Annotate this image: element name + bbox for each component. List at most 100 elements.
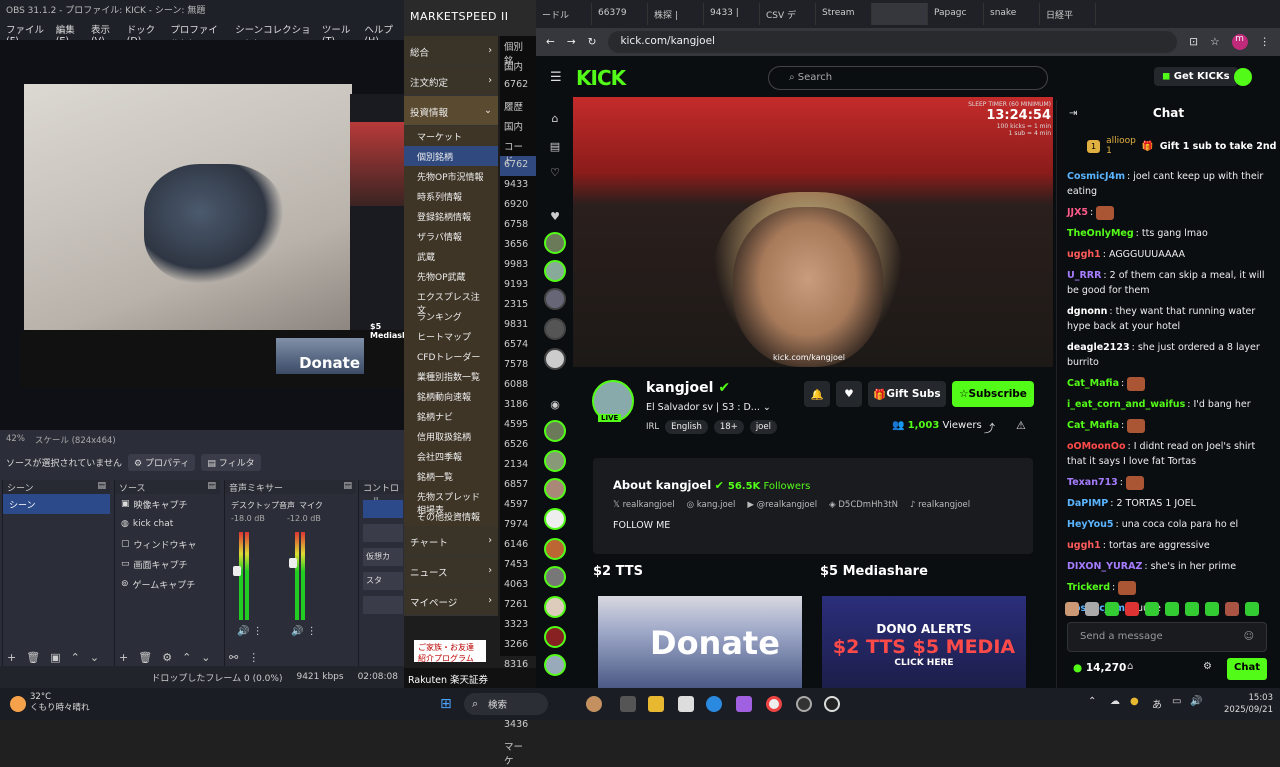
chrome-icon[interactable] (766, 696, 782, 712)
cloud-icon[interactable]: ☁ (1110, 696, 1120, 707)
chat-username[interactable]: CosmicJ4m (1067, 171, 1125, 182)
properties-button[interactable]: ⚙ プロパティ (128, 453, 196, 471)
add-icon[interactable]: + (119, 651, 128, 664)
ime-indicator[interactable]: あ (1152, 696, 1162, 711)
get-kicks-button[interactable]: ◼ Get KICKs (1154, 67, 1238, 86)
video-player[interactable]: SLEEP TIMER (60 MINIMUM) 13:24:54 100 ki… (573, 97, 1053, 367)
notification-bell-button[interactable]: 🔔 (804, 381, 830, 407)
submenu-item[interactable]: 時系列情報 (404, 186, 498, 206)
stock-code[interactable]: 6526 (500, 436, 536, 456)
app-icon[interactable] (586, 696, 602, 712)
forward-icon[interactable]: → (567, 36, 576, 48)
stock-code[interactable]: 6088 (500, 376, 536, 396)
studio-mode-button[interactable]: スタ (363, 572, 403, 590)
file-explorer-icon[interactable] (648, 696, 664, 712)
youtube-link[interactable]: ▶ @realkangjoel (747, 500, 817, 510)
browser-tab[interactable]: 日経平 (1040, 3, 1096, 25)
chat-username[interactable]: DaPIMP (1067, 498, 1108, 509)
menu-dock[interactable]: ドック(D) (127, 22, 161, 47)
scene-item[interactable]: シーン (3, 494, 110, 514)
submenu-item[interactable]: 銘柄一覧 (404, 466, 498, 486)
mic-icon[interactable]: ● (1130, 696, 1139, 707)
browser-tab[interactable]: ードル (536, 3, 592, 25)
share-icon[interactable]: ⤴ (984, 420, 995, 436)
emote-icon[interactable] (1165, 602, 1179, 616)
channel-avatar[interactable] (544, 508, 566, 530)
desktop-volume-slider[interactable] (233, 566, 241, 576)
start-icon[interactable]: ⊞ (440, 696, 452, 712)
chat-username[interactable]: uggh1 (1067, 540, 1101, 551)
stock-code[interactable]: 3186 (500, 396, 536, 416)
stock-code[interactable]: 9831 (500, 316, 536, 336)
submenu-item[interactable]: 会社四季報 (404, 446, 498, 466)
browser-tab[interactable]: 9433 | (704, 3, 760, 25)
trash-icon[interactable]: 🗑 (26, 651, 40, 664)
obs-icon[interactable] (796, 696, 812, 712)
menu-profile[interactable]: プロファイル(P) (170, 22, 225, 50)
url-input[interactable]: kick.com/kangjoel (608, 31, 1178, 53)
filter-icon[interactable]: ▣ (50, 651, 60, 664)
speaker-icon[interactable]: 🔊 (1190, 696, 1202, 707)
chat-username[interactable]: U_RRR (1067, 270, 1101, 281)
clock[interactable]: 15:03 2025/09/21 (1224, 692, 1273, 716)
submenu-item[interactable]: 登録銘柄情報 (404, 206, 498, 226)
stock-code[interactable]: 履歴 (500, 96, 536, 116)
chevron-up-icon[interactable]: ⌃ (182, 651, 191, 664)
referral-banner[interactable]: ご家族・お友達 紹介プログラム (414, 640, 486, 663)
chat-username[interactable]: HeyYou5 (1067, 519, 1114, 530)
stock-code[interactable]: 9193 (500, 276, 536, 296)
reload-icon[interactable]: ↻ (588, 36, 597, 48)
record-button[interactable] (363, 524, 403, 542)
start-stream-button[interactable] (363, 500, 403, 518)
stock-code[interactable]: 6857 (500, 476, 536, 496)
trash-icon[interactable]: 🗑 (138, 651, 152, 664)
menu-help[interactable]: ヘルプ(H) (364, 22, 398, 47)
chat-username[interactable]: Trickerd (1067, 582, 1110, 593)
dock-menu-icon[interactable]: ▤ (97, 481, 106, 493)
menu-category[interactable]: 注文約定 › (404, 66, 498, 96)
add-icon[interactable]: + (7, 651, 16, 664)
following-icon[interactable]: ♡ (548, 166, 562, 180)
submenu-item[interactable]: CFDトレーダー (404, 346, 498, 366)
home-icon[interactable]: ⌂ (548, 112, 562, 126)
user-avatar[interactable] (1234, 68, 1252, 86)
submenu-item[interactable]: エクスプレス注文 (404, 286, 498, 316)
stock-code[interactable]: 6920 (500, 196, 536, 216)
submenu-item[interactable]: 信用取扱銘柄 (404, 426, 498, 446)
copilot-icon[interactable] (736, 696, 752, 712)
stock-code[interactable]: 4063 (500, 576, 536, 596)
chat-username[interactable]: uggh1 (1067, 249, 1101, 260)
stock-code[interactable]: 国内 (500, 116, 536, 136)
menu-category[interactable]: マイページ › (404, 586, 498, 616)
filters-button[interactable]: ▤ フィルタ (201, 453, 261, 471)
chevron-down-icon[interactable]: ⌄ (90, 651, 99, 664)
gear-icon[interactable]: ⚙ (162, 651, 172, 664)
source-item[interactable]: ▣ 映像キャプチ (115, 494, 220, 514)
source-item[interactable]: ◍ kick chat (115, 514, 220, 534)
channel-avatar[interactable] (544, 348, 566, 370)
source-item[interactable]: ▢ ウィンドウキャ (115, 534, 220, 554)
channel-avatar[interactable] (544, 596, 566, 618)
chevron-up-icon[interactable]: ⌃ (1088, 696, 1096, 707)
gift-subs-button[interactable]: 🎁 Gift Subs (868, 381, 946, 407)
stock-code[interactable]: 6574 (500, 336, 536, 356)
hamburger-icon[interactable]: ☰ (550, 70, 562, 85)
app-icon[interactable] (824, 696, 840, 712)
stock-code[interactable]: 4597 (500, 496, 536, 516)
x-link[interactable]: 𝕏 realkangjoel (613, 500, 675, 510)
stock-code[interactable]: 7974 (500, 516, 536, 536)
stock-code[interactable]: 7261 (500, 596, 536, 616)
stock-code[interactable]: マーケ (500, 736, 536, 767)
search-input[interactable]: ⌕ Search (768, 66, 1048, 90)
kebab-menu-icon[interactable]: ⋮ (1260, 36, 1271, 48)
kicks-balance[interactable]: ● 14,270 (1073, 662, 1126, 674)
report-icon[interactable]: ⚠ (1016, 419, 1026, 432)
tag[interactable]: IRL (646, 420, 659, 434)
menu-category[interactable]: 投資情報 ⌄ (404, 96, 498, 126)
chat-username[interactable]: deagle2123 (1067, 342, 1130, 353)
source-item[interactable]: ⊚ ゲームキャプチ (115, 574, 220, 594)
stock-code[interactable]: 2134 (500, 456, 536, 476)
channel-avatar[interactable] (544, 232, 566, 254)
stock-code[interactable]: 6758 (500, 216, 536, 236)
submenu-item[interactable]: マーケット (404, 126, 498, 146)
